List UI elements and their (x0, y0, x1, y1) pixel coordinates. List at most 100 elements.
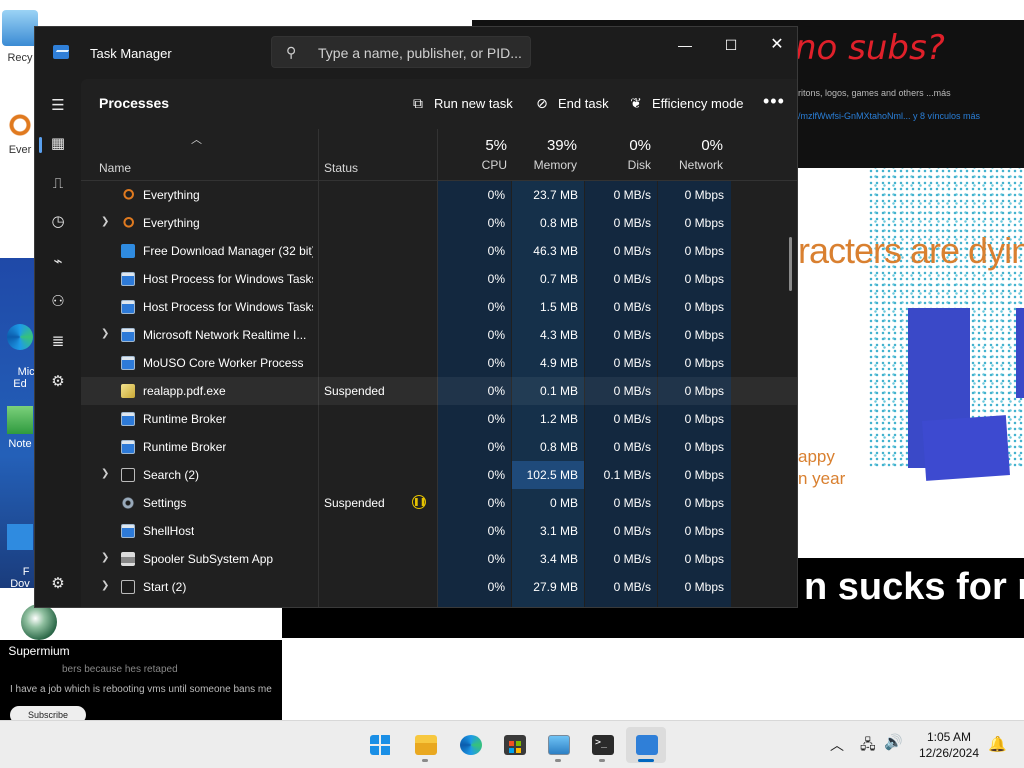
process-row[interactable]: Runtime Broker 0% 0.8 MB 0 MB/s 0 Mbps (81, 433, 797, 461)
recycle-bin-icon (2, 10, 38, 46)
column-status[interactable]: Status (324, 161, 358, 175)
terminal-button[interactable] (582, 727, 622, 763)
end-task-button[interactable]: ⊘ End task (533, 95, 609, 112)
process-list: Everything 0% 23.7 MB 0 MB/s 0 Mbps ❯ Everythi… (81, 181, 797, 607)
expand-chevron-icon[interactable]: ❯ (101, 468, 109, 479)
process-row[interactable]: Settings Suspended ❚❚ 0% 0 MB 0 MB/s 0 Mbps (81, 489, 797, 517)
process-row[interactable]: MoUSO Core Worker Process 0% 4.9 MB 0 MB/s 0… (81, 349, 797, 377)
desktop-icon-supermium[interactable]: Supermium (4, 604, 74, 658)
background-link-line[interactable]: /mzlfWwfsi-GnMXtahoNml... y 8 vínculos m… (798, 111, 980, 121)
process-memory: 4.3 MB (539, 328, 578, 342)
network-icon[interactable]: 🖧 (860, 734, 876, 758)
process-row[interactable]: realapp.pdf.exe Suspended 0% 0.1 MB 0 MB/s 0 … (81, 377, 797, 405)
nav-startup-apps-icon[interactable]: ⌁ (43, 247, 73, 277)
expand-chevron-icon[interactable]: ❯ (101, 216, 109, 227)
process-memory: 1.2 MB (539, 412, 578, 426)
nav-services-icon[interactable]: ⚙ (43, 367, 73, 397)
column-memory[interactable]: 39% Memory (507, 137, 577, 172)
expand-chevron-icon[interactable]: ❯ (101, 328, 109, 339)
command-bar: Processes ⧉ Run new task ⊘ End task ❦ Effic… (81, 79, 797, 129)
artwork-block (1016, 308, 1024, 398)
process-row[interactable]: ❯ Microsoft Network Realtime I... 0% 4.3 MB… (81, 321, 797, 349)
subscribe-button[interactable]: Subscribe (10, 706, 86, 720)
title-bar[interactable]: Task Manager ⚲ Type a name, publisher, o… (35, 27, 797, 79)
start-button[interactable] (360, 727, 400, 763)
efficiency-mode-button[interactable]: ❦ Efficiency mode (627, 95, 744, 112)
column-name[interactable]: Name (99, 161, 131, 175)
store-button[interactable] (494, 727, 534, 763)
process-network: 0 Mbps (684, 468, 724, 482)
process-row[interactable]: Runtime Broker 0% 1.2 MB 0 MB/s 0 Mbps (81, 405, 797, 433)
show-hidden-icons-chevron-icon[interactable]: ︿ (830, 735, 844, 755)
control-panel-button[interactable] (538, 727, 578, 763)
process-row[interactable]: Free Download Manager (32 bit) 0% 46.3 MB 0… (81, 237, 797, 265)
run-new-task-label: Run new task (434, 96, 513, 111)
network-percent: 0% (701, 137, 723, 154)
task-manager-taskbar-button[interactable] (626, 727, 666, 763)
process-network: 0 Mbps (684, 188, 724, 202)
nav-processes-icon[interactable]: ▦ (39, 129, 73, 159)
nav-users-icon[interactable]: ⚇ (43, 287, 73, 317)
store-icon (504, 735, 526, 755)
file-explorer-button[interactable] (405, 727, 445, 763)
process-disk: 0 MB/s (613, 552, 651, 566)
process-printer-icon (121, 552, 135, 566)
process-disk: 0 MB/s (613, 244, 651, 258)
close-button[interactable]: ✕ (754, 31, 797, 59)
process-exe-icon (121, 356, 135, 370)
process-row[interactable]: ❯ Spooler SubSystem App 0% 3.4 MB 0 MB/s 0 Mb… (81, 545, 797, 573)
process-row[interactable]: Host Process for Windows Tasks 0% 0.7 MB 0 … (81, 265, 797, 293)
nav-performance-icon[interactable]: ⎍ (43, 169, 73, 199)
process-cpu: 0% (487, 412, 505, 426)
efficiency-mode-label: Efficiency mode (652, 96, 744, 111)
column-disk[interactable]: 0% Disk (581, 137, 651, 172)
minimize-button[interactable]: — (662, 31, 708, 59)
process-row[interactable]: ❯ Search (2) 0% 102.5 MB 0.1 MB/s 0 Mbps (81, 461, 797, 489)
expand-chevron-icon[interactable]: ❯ (101, 552, 109, 563)
maximize-button[interactable]: ☐ (708, 31, 754, 59)
process-row[interactable]: ❯ Start (2) 0% 27.9 MB 0 MB/s 0 Mbps (81, 573, 797, 601)
column-cpu[interactable]: 5% CPU (437, 137, 507, 172)
end-task-label: End task (558, 96, 609, 111)
process-memory: 0.7 MB (539, 272, 578, 286)
process-row[interactable]: Usermode Font Driver Host0%4.8 MB0 MB/s0… (81, 601, 797, 607)
process-network: 0 Mbps (684, 384, 724, 398)
edge-button[interactable] (450, 727, 490, 763)
notepad-icon (7, 406, 33, 434)
settings-gear-icon[interactable]: ⚙ (43, 569, 73, 599)
nav-app-history-icon[interactable]: ◷ (43, 207, 73, 237)
terminal-icon (592, 735, 614, 755)
process-name: Everything (143, 188, 200, 202)
process-name: Settings (143, 496, 187, 510)
nav-details-icon[interactable]: ≣ (43, 327, 73, 357)
clock[interactable]: 1:05 AM 12/26/2024 (908, 729, 990, 761)
hamburger-menu-icon[interactable]: ☰ (43, 91, 73, 121)
notification-bell-icon[interactable]: 🔔 (988, 735, 1007, 753)
volume-icon[interactable]: 🔊 (884, 733, 903, 751)
process-cpu: 0% (487, 216, 505, 230)
process-row[interactable]: Host Process for Windows Tasks 0% 1.5 MB 0 … (81, 293, 797, 321)
process-name: Runtime Broker (143, 440, 227, 454)
process-row[interactable]: ❯ Everything 0% 0.8 MB 0 MB/s 0 Mbps (81, 209, 797, 237)
expand-chevron-icon[interactable]: ❯ (101, 580, 109, 591)
process-exe-icon (121, 300, 135, 314)
run-new-task-button[interactable]: ⧉ Run new task (409, 95, 513, 112)
search-input[interactable]: ⚲ Type a name, publisher, or PID... (271, 36, 531, 68)
memory-percent: 39% (546, 137, 577, 154)
column-network[interactable]: 0% Network (653, 137, 723, 172)
process-network: 0 Mbps (684, 496, 724, 510)
more-options-button[interactable]: ••• (763, 91, 785, 112)
cpu-label: CPU (481, 158, 507, 172)
background-scribble-text: no subs? (795, 28, 945, 68)
process-cpu: 0% (487, 580, 505, 594)
process-row[interactable]: Everything 0% 23.7 MB 0 MB/s 0 Mbps (81, 181, 797, 209)
process-network: 0 Mbps (684, 328, 724, 342)
process-cpu: 0% (487, 300, 505, 314)
process-row[interactable]: ShellHost 0% 3.1 MB 0 MB/s 0 Mbps (81, 517, 797, 545)
process-memory: 0.1 MB (539, 384, 578, 398)
process-cpu: 0% (487, 440, 505, 454)
window-title: Task Manager (90, 46, 172, 61)
process-memory: 3.4 MB (539, 552, 578, 566)
process-name: realapp.pdf.exe (143, 384, 226, 398)
vertical-scrollbar[interactable] (789, 237, 792, 291)
